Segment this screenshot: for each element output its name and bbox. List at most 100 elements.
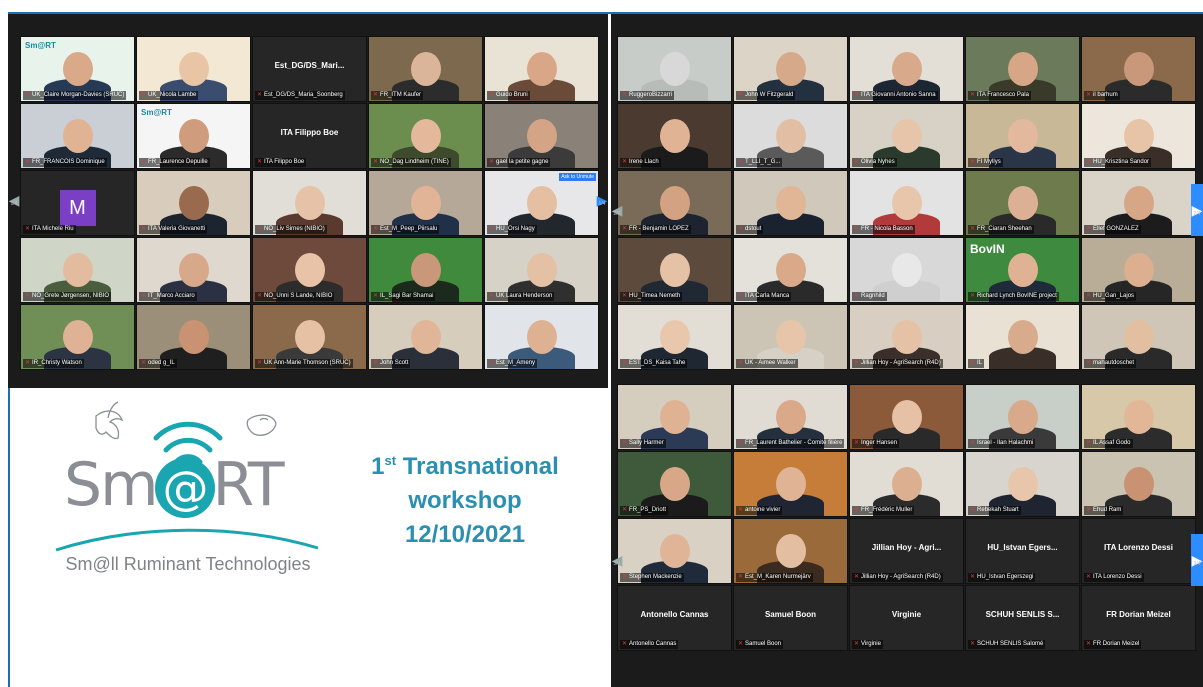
- participant-tile[interactable]: Samuel Boon ✕ Samuel Boon: [733, 585, 848, 651]
- participant-tile[interactable]: ✕ FR_Frédéric Muller: [849, 451, 964, 517]
- muted-mic-icon: ✕: [970, 293, 976, 299]
- participant-tile[interactable]: ✕ Ellef GONZALEZ: [1081, 170, 1196, 236]
- participant-tile[interactable]: ✕ HU_Gan_Lajos: [1081, 237, 1196, 303]
- participant-tile[interactable]: ✕ ITA Carla Manca: [733, 237, 848, 303]
- participant-tile[interactable]: ✕ Est_M_Ameny: [484, 304, 599, 370]
- previous-page-button[interactable]: ◀ 2/4: [611, 184, 623, 236]
- participant-name-label: ✕ FR_Frédéric Muller: [852, 506, 915, 515]
- participant-tile[interactable]: ✕ il barhum: [1081, 36, 1196, 102]
- participant-tile[interactable]: ✕ Inger Hansen: [849, 384, 964, 450]
- previous-page-button[interactable]: ◀ 3/4: [611, 534, 623, 586]
- zoom-gallery-left: Sm@RT ✕ UK_Claire Morgan-Davies (SRUC) ✕ UK_…: [8, 14, 608, 388]
- participant-tile[interactable]: ✕ NO_Liv Sirnes (NIBIO): [252, 170, 367, 236]
- participant-tile[interactable]: ✕ mahautdoschet: [1081, 304, 1196, 370]
- participant-tile[interactable]: ✕ FR_Ciaran Sheehan: [965, 170, 1080, 236]
- participant-tile[interactable]: ✕ Guido Bruni: [484, 36, 599, 102]
- participant-head: [775, 119, 806, 154]
- muted-mic-icon: ✕: [25, 360, 31, 366]
- participant-tile[interactable]: ✕ FI Myllys: [965, 103, 1080, 169]
- participant-tile[interactable]: Est_DG/DS_Mari... ✕ Est_DG/DS_Maria_Soonbe…: [252, 36, 367, 102]
- participant-tile[interactable]: ✕ IT_Marco Acciaro: [136, 237, 251, 303]
- participant-tile[interactable]: Jillian Hoy - Agri... ✕ Jillian Hoy - Agri…: [849, 518, 964, 584]
- participant-tile[interactable]: HU_Istvan Egers... ✕ HU_Istvan Egerszegi: [965, 518, 1080, 584]
- participant-tile[interactable]: ✕ FR_ITM Kaufer: [368, 36, 483, 102]
- participant-tile[interactable]: ✕ UK Ann-Marie Thomson (SRUC): [252, 304, 367, 370]
- participant-name-label: ✕ ITA Michele Riu: [23, 225, 76, 234]
- participant-tile[interactable]: ITA Filippo Boe ✕ ITA Filippo Boe: [252, 103, 367, 169]
- participant-tile[interactable]: ✕ IL: [965, 304, 1080, 370]
- participant-tile[interactable]: Ask to Unmute ✕ HU_Orsi Nagy: [484, 170, 599, 236]
- participant-display-name: Est_DG/DS_Mari...: [274, 61, 345, 71]
- participant-name-label: ✕ ITA Francesco Pala: [968, 91, 1031, 100]
- participant-tile[interactable]: ✕ Ehud Ram: [1081, 451, 1196, 517]
- muted-mic-icon: ✕: [1086, 641, 1092, 647]
- participant-tile[interactable]: ✕ Ragnhild: [849, 237, 964, 303]
- participant-tile[interactable]: ✕ RuggeroBizzarri: [617, 36, 732, 102]
- participant-tile[interactable]: ✕ FR_PS_Driott: [617, 451, 732, 517]
- participant-tile[interactable]: SCHUH SENLIS S... ✕ SCHUH SENLIS Salomé: [965, 585, 1080, 651]
- logo-wordmark: Sm @ RT: [64, 450, 285, 520]
- participant-tile[interactable]: M ✕ ITA Michele Riu: [20, 170, 135, 236]
- participant-tile[interactable]: Sm@RT ✕ UK_Claire Morgan-Davies (SRUC): [20, 36, 135, 102]
- participant-head: [1123, 400, 1154, 435]
- participant-tile[interactable]: ✕ Israel - Ilan Halachmi: [965, 384, 1080, 450]
- participant-tile[interactable]: ✕ HU_Krisztina Sandor: [1081, 103, 1196, 169]
- participant-tile[interactable]: Antonello Cannas ✕ Antonello Cannas: [617, 585, 732, 651]
- participant-tile[interactable]: ✕ HU_Timea Nemeth: [617, 237, 732, 303]
- next-page-button[interactable]: ▶ 3/4: [1191, 534, 1203, 586]
- participant-tile[interactable]: ✕ FR - Benjamin LOPEZ: [617, 170, 732, 236]
- participant-tile[interactable]: ✕ FR - Nicola Basson: [849, 170, 964, 236]
- participant-tile[interactable]: ✕ ITA Giovanni Antonio Sanna: [849, 36, 964, 102]
- participant-tile[interactable]: ✕ IL_Sagi Bar Shamai: [368, 237, 483, 303]
- participant-tile[interactable]: ✕ UK - Aimee Walker: [733, 304, 848, 370]
- participant-head: [526, 253, 557, 288]
- participant-name: IL_Sagi Bar Shamai: [380, 293, 434, 299]
- participant-name: Ellef GONZALEZ: [1093, 226, 1139, 232]
- participant-tile[interactable]: ✕ IR_Christy Watson: [20, 304, 135, 370]
- participant-tile[interactable]: ✕ NO_Grete Jørgensen, NIBIO: [20, 237, 135, 303]
- participant-tile[interactable]: ✕ oded g_IL: [136, 304, 251, 370]
- participant-tile[interactable]: ✕ antoine vivier: [733, 451, 848, 517]
- participant-tile[interactable]: ✕ Rebekah Stuart: [965, 451, 1080, 517]
- participant-head: [1123, 186, 1154, 221]
- participant-tile[interactable]: Sm@RT ✕ FR_Laurence Depuille: [136, 103, 251, 169]
- participant-name-label: ✕ FR_PS_Driott: [620, 506, 669, 515]
- participant-tile[interactable]: ✕ UK_Nicola Lambe: [136, 36, 251, 102]
- participant-tile[interactable]: ✕ IL Assaf Godo: [1081, 384, 1196, 450]
- participant-tile[interactable]: Virginie ✕ Virginie: [849, 585, 964, 651]
- participant-tile[interactable]: ✕ John W Fitzgerald: [733, 36, 848, 102]
- participant-head: [775, 52, 806, 87]
- participant-tile[interactable]: ✕ Jillian Hoy - AgriSearch (R4D): [849, 304, 964, 370]
- participant-tile[interactable]: ✕ ITA Valeria Giovanetti: [136, 170, 251, 236]
- ask-to-unmute-button[interactable]: Ask to Unmute: [559, 173, 596, 181]
- participant-tile[interactable]: ITA Lorenzo Dessi ✕ ITA Lorenzo Dessi: [1081, 518, 1196, 584]
- participant-display-name: ITA Lorenzo Dessi: [1104, 543, 1173, 553]
- participant-tile[interactable]: ✕ ITA Francesco Pala: [965, 36, 1080, 102]
- participant-tile[interactable]: ✕ John Scott: [368, 304, 483, 370]
- participant-tile[interactable]: BovIN ✕ Richard Lynch BovINE project: [965, 237, 1080, 303]
- next-page-button[interactable]: ▶ 1/4: [596, 174, 608, 226]
- muted-mic-icon: ✕: [854, 92, 860, 98]
- participant-tile[interactable]: ✕ Irene Llach: [617, 103, 732, 169]
- previous-page-button[interactable]: ◀ 1/4: [8, 174, 20, 226]
- participant-tile[interactable]: ✕ NO_Dag Lindheim (TINE): [368, 103, 483, 169]
- participant-tile[interactable]: ✕ T_LLI_T_G...: [733, 103, 848, 169]
- next-page-button[interactable]: ▶ 2/4: [1191, 184, 1203, 236]
- participant-tile[interactable]: ✕ gael la petite gagne: [484, 103, 599, 169]
- bovine-banner: BovIN: [970, 242, 1005, 256]
- muted-mic-icon: ✕: [373, 360, 379, 366]
- participant-tile[interactable]: ✕ Olivia Nyhes: [849, 103, 964, 169]
- participant-tile[interactable]: FR Dorian Meizel ✕ FR Dorian Meizel: [1081, 585, 1196, 651]
- participant-tile[interactable]: ✕ FR_Laurent Bathelier - Comité filière: [733, 384, 848, 450]
- participant-tile[interactable]: ✕ FR_FRANCOIS Dominique: [20, 103, 135, 169]
- participant-head: [410, 253, 441, 288]
- participant-tile[interactable]: ✕ Stephen Mackenzie: [617, 518, 732, 584]
- participant-head: [775, 400, 806, 435]
- participant-tile[interactable]: ✕ EST_DS_Kaisa Tahe: [617, 304, 732, 370]
- participant-tile[interactable]: ✕ NO_Unni S Lande, NIBIO: [252, 237, 367, 303]
- participant-tile[interactable]: ✕ Est_M_Peep_Piirsalu: [368, 170, 483, 236]
- participant-tile[interactable]: ✕ UK Laura Henderson: [484, 237, 599, 303]
- participant-tile[interactable]: ✕ Sally Harmer: [617, 384, 732, 450]
- participant-tile[interactable]: ✕ Est_M_Karen Nurmejärv: [733, 518, 848, 584]
- participant-tile[interactable]: ✕ dstout: [733, 170, 848, 236]
